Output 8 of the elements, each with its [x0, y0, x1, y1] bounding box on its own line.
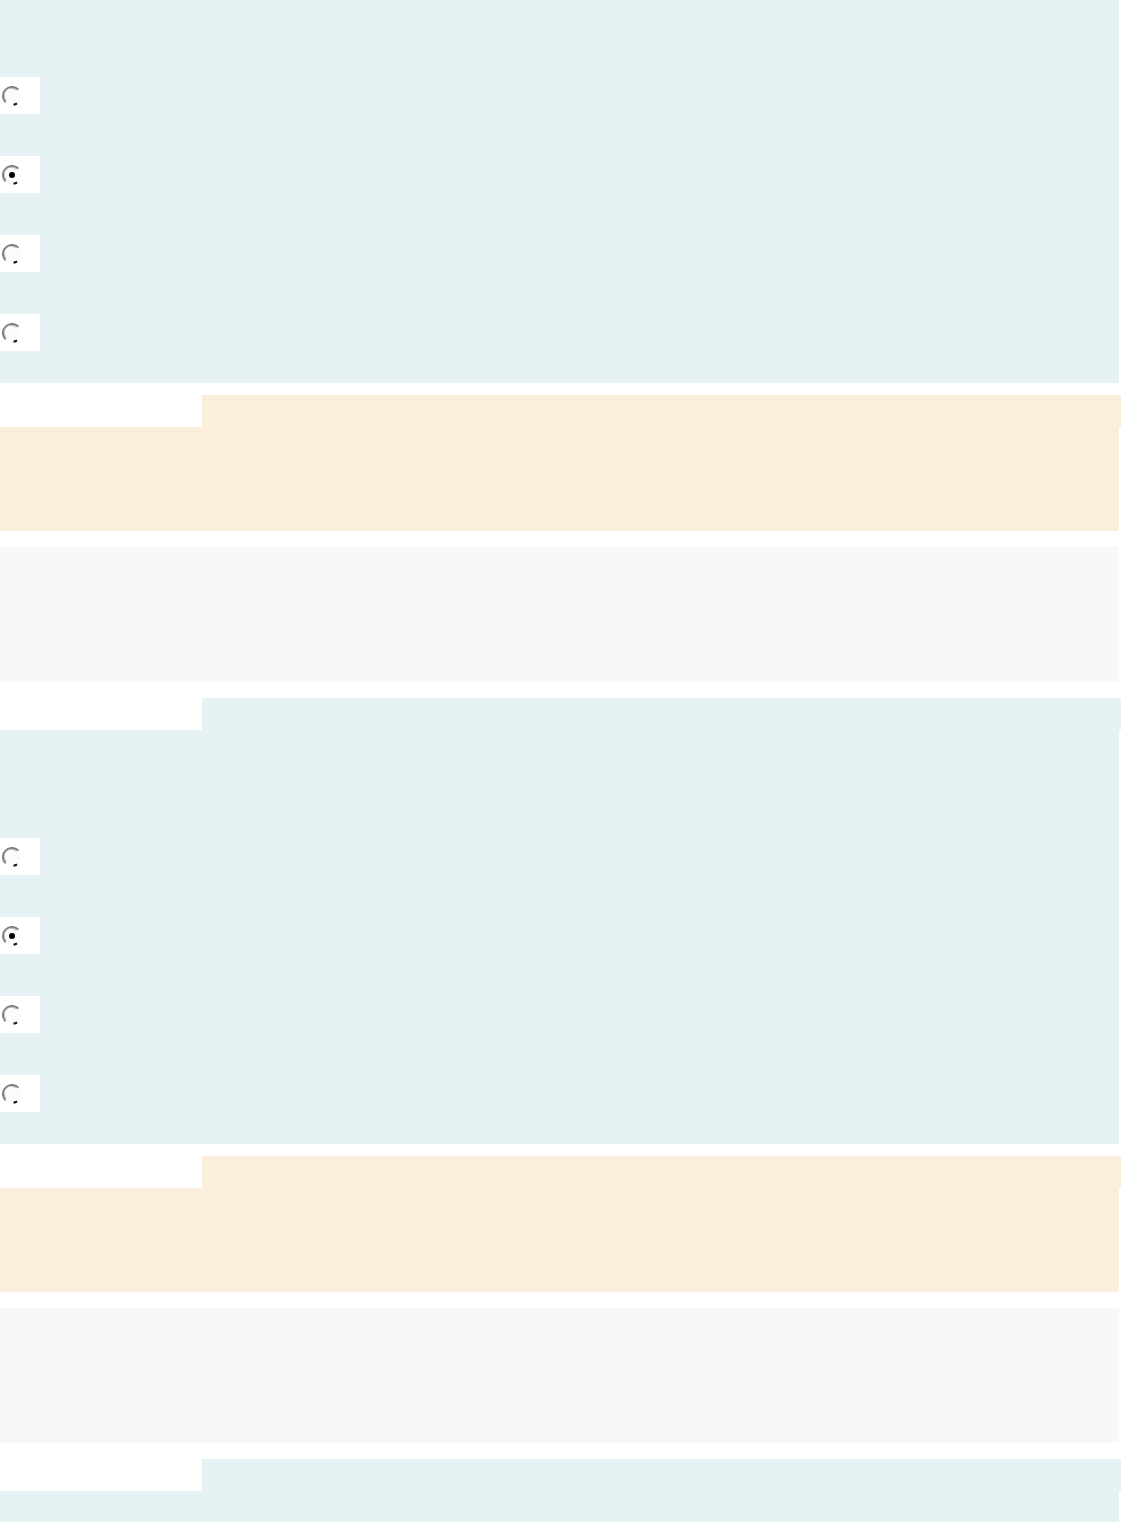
radio-option[interactable] — [0, 235, 40, 272]
radio-option[interactable] — [0, 314, 40, 351]
radio-option[interactable] — [0, 1075, 40, 1112]
radio-option[interactable] — [0, 77, 40, 114]
radio-option[interactable] — [0, 838, 40, 875]
radio-option[interactable] — [0, 996, 40, 1033]
radio-option[interactable] — [0, 917, 40, 954]
radio-option[interactable] — [0, 156, 40, 193]
